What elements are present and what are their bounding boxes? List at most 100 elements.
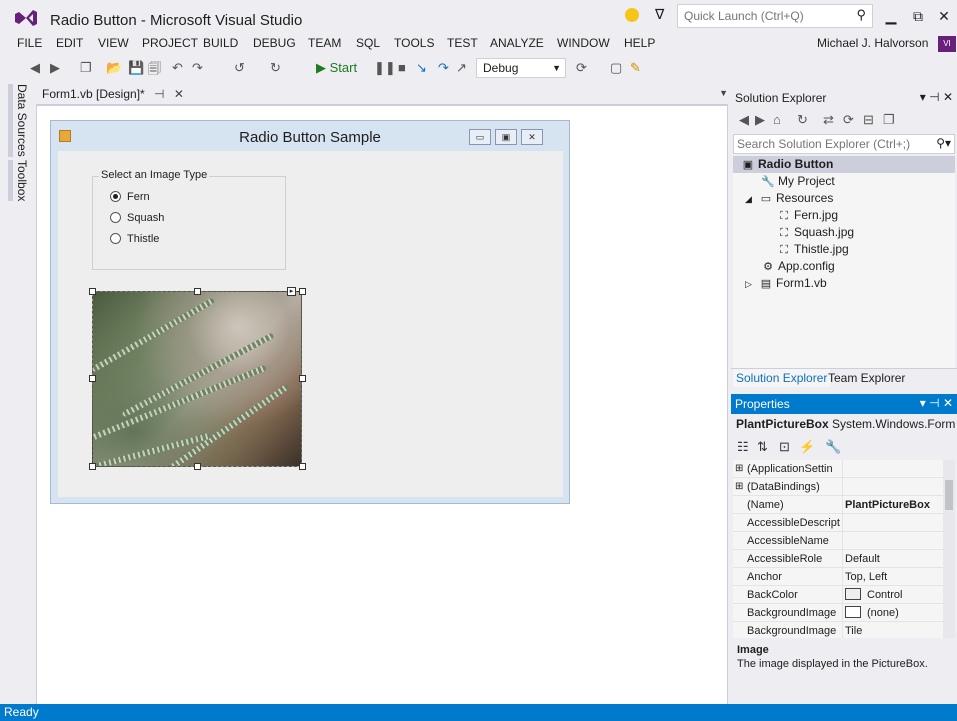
- menu-sql[interactable]: SQL: [356, 36, 380, 50]
- user-account-name[interactable]: Michael J. Halvorson: [817, 36, 928, 50]
- categorized-icon[interactable]: ☷: [737, 439, 749, 455]
- tree-item-thistle[interactable]: ⛶ Thistle.jpg: [733, 241, 955, 258]
- plant-picture-box[interactable]: [92, 291, 302, 467]
- restore-button[interactable]: ⧉: [909, 8, 927, 25]
- show-all-files-icon[interactable]: ❐: [883, 112, 895, 128]
- property-row[interactable]: (Name) PlantPictureBox: [733, 496, 943, 514]
- properties-icon[interactable]: ⊡: [779, 439, 790, 455]
- minimize-button[interactable]: ▁: [882, 8, 900, 25]
- undo-arrow-icon[interactable]: ↺: [234, 60, 245, 76]
- feedback-smiley-icon[interactable]: [625, 8, 639, 22]
- thistle-radio-button[interactable]: Thistle: [110, 233, 159, 245]
- stop-icon[interactable]: ■: [398, 60, 406, 75]
- form-window[interactable]: Radio Button Sample ▭ ▣ ✕ Select an Imag…: [50, 120, 570, 504]
- property-row[interactable]: ⊞ (ApplicationSettin: [733, 460, 943, 478]
- property-value[interactable]: PlantPictureBox: [845, 496, 941, 514]
- smart-tag-icon[interactable]: ▸: [287, 287, 296, 296]
- property-row[interactable]: Anchor Top, Left: [733, 568, 943, 586]
- fern-radio-button[interactable]: Fern: [110, 191, 150, 203]
- navigate-forward-icon[interactable]: ▶: [50, 60, 60, 76]
- tree-item-radio-button-project[interactable]: ▣ Radio Button: [733, 156, 955, 173]
- panel-window-controls[interactable]: ▾ ⊣ ✕: [920, 396, 953, 410]
- tree-item-app-config[interactable]: ⚙ App.config: [733, 258, 955, 275]
- events-icon[interactable]: ⚡: [799, 439, 815, 455]
- property-row[interactable]: AccessibleRole Default: [733, 550, 943, 568]
- navigate-back-icon[interactable]: ◀: [30, 60, 40, 76]
- image-type-groupbox[interactable]: Select an Image Type Fern Squash Thistle: [92, 169, 286, 270]
- data-sources-tab[interactable]: Data Sources: [8, 84, 29, 157]
- menu-team[interactable]: TEAM: [308, 36, 341, 50]
- redo-arrow-icon[interactable]: ↻: [270, 60, 281, 76]
- panel-window-controls[interactable]: ▾ ⊣ ✕: [920, 90, 953, 104]
- tab-team-explorer[interactable]: Team Explorer: [825, 369, 908, 387]
- property-value[interactable]: (none): [845, 604, 941, 622]
- menu-edit[interactable]: EDIT: [56, 36, 83, 50]
- property-pages-icon[interactable]: 🔧: [825, 439, 841, 455]
- menu-analyze[interactable]: ANALYZE: [490, 36, 544, 50]
- resize-handle[interactable]: [299, 288, 306, 295]
- property-grid-scrollbar[interactable]: [943, 460, 955, 638]
- squash-radio-button[interactable]: Squash: [110, 212, 164, 224]
- close-tab-icon[interactable]: ✕: [174, 87, 184, 101]
- scrollbar-thumb[interactable]: [945, 480, 953, 510]
- property-value[interactable]: Top, Left: [845, 568, 941, 586]
- properties-object-selector[interactable]: PlantPictureBox System.Windows.Forms: [733, 414, 955, 434]
- refresh-icon[interactable]: ⟳: [576, 60, 587, 76]
- menu-window[interactable]: WINDOW: [557, 36, 610, 50]
- collapsed-arrow-icon[interactable]: ▷: [745, 276, 755, 293]
- tab-form1-design[interactable]: Form1.vb [Design]* ⊣ ✕: [36, 85, 190, 104]
- toolbox-tab[interactable]: Toolbox: [8, 160, 29, 202]
- resize-handle[interactable]: [299, 375, 306, 382]
- solution-explorer-search[interactable]: ⚲▾: [733, 134, 955, 154]
- save-all-icon[interactable]: 🗐: [148, 60, 161, 82]
- pin-icon[interactable]: ⊣: [154, 87, 164, 101]
- property-row[interactable]: AccessibleDescript: [733, 514, 943, 532]
- menu-view[interactable]: VIEW: [98, 36, 129, 50]
- save-icon[interactable]: 💾: [128, 60, 144, 76]
- form-maximize-button[interactable]: ▣: [495, 129, 517, 145]
- menu-project[interactable]: PROJECT: [142, 36, 198, 50]
- solution-configuration-dropdown[interactable]: Debug ▼: [476, 58, 566, 78]
- tree-item-squash[interactable]: ⛶ Squash.jpg: [733, 224, 955, 241]
- solution-search-input[interactable]: [734, 135, 924, 153]
- menu-file[interactable]: FILE: [17, 36, 42, 50]
- step-into-icon[interactable]: ↘: [416, 60, 427, 76]
- property-value[interactable]: Default: [845, 550, 941, 568]
- tree-item-fern[interactable]: ⛶ Fern.jpg: [733, 207, 955, 224]
- window-layout-icon[interactable]: ▢: [610, 60, 622, 76]
- menu-build[interactable]: BUILD: [203, 36, 238, 50]
- resize-handle[interactable]: [194, 288, 201, 295]
- menu-test[interactable]: TEST: [447, 36, 478, 50]
- step-over-icon[interactable]: ↷: [438, 60, 449, 76]
- expand-icon[interactable]: ⊞: [735, 460, 743, 478]
- sync-icon[interactable]: ↻: [797, 112, 808, 128]
- form-minimize-button[interactable]: ▭: [469, 129, 491, 145]
- property-row[interactable]: BackgroundImage (none): [733, 604, 943, 622]
- tree-item-form1[interactable]: ▷ ▤ Form1.vb: [733, 275, 955, 292]
- expanded-arrow-icon[interactable]: ◢: [745, 191, 755, 208]
- quick-launch-box[interactable]: ⚲: [677, 4, 873, 28]
- expand-icon[interactable]: ⊞: [735, 478, 743, 496]
- refresh-icon[interactable]: ⟳: [843, 112, 854, 128]
- pause-icon[interactable]: ❚❚: [374, 60, 396, 76]
- property-row[interactable]: BackgroundImage Tile: [733, 622, 943, 638]
- property-row[interactable]: AccessibleName: [733, 532, 943, 550]
- toolbar-options-icon[interactable]: ✎: [630, 60, 641, 76]
- property-value[interactable]: Control: [845, 586, 941, 604]
- start-debug-button[interactable]: ▶ Start: [316, 60, 357, 76]
- property-value[interactable]: Tile: [845, 622, 941, 638]
- redo-icon[interactable]: ↷: [192, 60, 203, 76]
- forward-icon[interactable]: ▶: [755, 112, 765, 128]
- resize-handle[interactable]: [89, 463, 96, 470]
- form-client-area[interactable]: Select an Image Type Fern Squash Thistle: [58, 151, 563, 497]
- user-avatar[interactable]: VI: [938, 36, 956, 52]
- close-button[interactable]: ✕: [935, 8, 953, 25]
- quick-launch-input[interactable]: [678, 5, 838, 27]
- step-out-icon[interactable]: ↗: [456, 60, 467, 76]
- resize-handle[interactable]: [89, 288, 96, 295]
- pending-changes-icon[interactable]: ⇄: [823, 112, 834, 128]
- property-row[interactable]: ⊞ (DataBindings): [733, 478, 943, 496]
- menu-help[interactable]: HELP: [624, 36, 655, 50]
- menu-tools[interactable]: TOOLS: [394, 36, 434, 50]
- alphabetical-icon[interactable]: ⇅: [757, 439, 768, 455]
